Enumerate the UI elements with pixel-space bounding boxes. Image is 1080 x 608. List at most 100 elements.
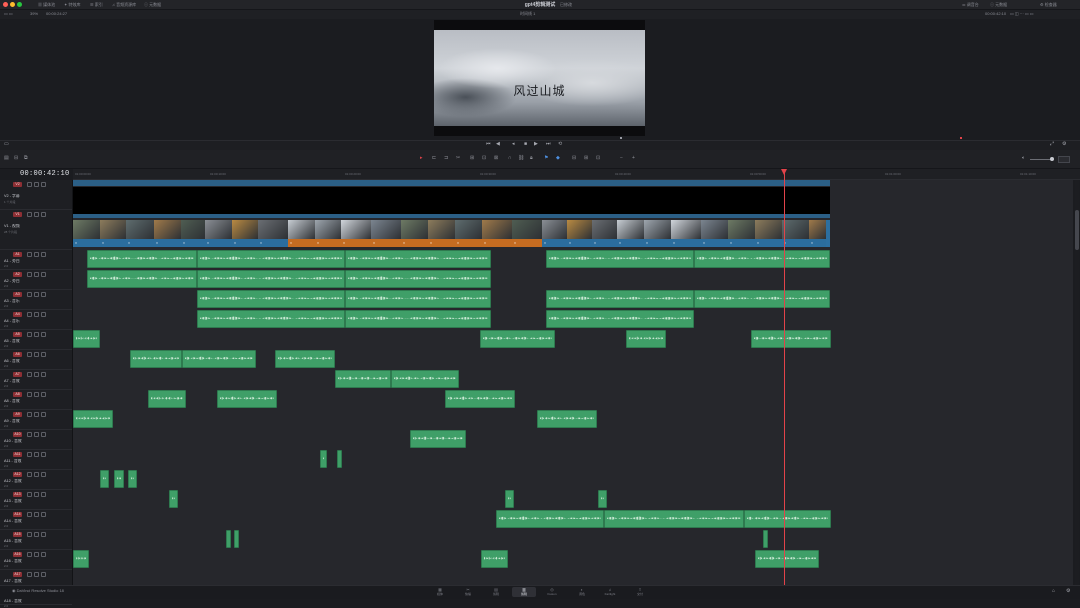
mute-track-icon[interactable] [41,452,46,457]
volume-slider-handle[interactable] [1050,157,1054,161]
video-clip-label[interactable]: V [592,239,617,247]
timeline-filter-icon[interactable]: ⧉ [24,155,28,161]
audio-clip[interactable] [505,490,514,508]
solo-track-icon[interactable] [34,312,39,317]
audio-clip[interactable] [197,290,345,308]
audio-clip[interactable] [763,530,768,548]
video-clip-label[interactable]: V [809,239,826,247]
index-button[interactable]: ☰ 索引 [90,1,103,8]
audio-clip[interactable] [598,490,607,508]
stop-icon[interactable]: ■ [524,142,527,147]
lock-track-icon[interactable] [27,412,32,417]
track-badge[interactable]: A4 [13,312,22,317]
video-clip-thumbnail[interactable] [755,220,782,239]
page-tab-cut[interactable]: ✂ 快编 [456,587,480,597]
viewer-settings-icon[interactable]: ⚙ [1062,142,1066,147]
timeline-viewer[interactable]: 风过山城 [434,20,645,136]
mute-track-icon[interactable] [41,182,46,187]
viewer-mode-icon[interactable]: ▭ [4,142,9,147]
inspector-button[interactable]: ⚙ 检查器 [1040,1,1057,8]
video-clip-thumbnail[interactable] [782,220,809,239]
audio-clip[interactable] [694,250,830,268]
video-clip-thumbnail[interactable] [288,220,315,239]
video-clip-label[interactable]: V [567,239,592,247]
audio-clip[interactable] [130,350,182,368]
video-clip-thumbnail[interactable] [728,220,755,239]
track-badge[interactable]: A2 [13,272,22,277]
clip-display-icon[interactable]: ⊟ [14,155,18,161]
metadata-button[interactable]: ⓘ 元数据 [144,1,161,8]
video-clip-label[interactable]: V [288,239,315,247]
video-clip-label[interactable]: V [455,239,482,247]
audio-clip[interactable] [480,330,555,348]
solo-track-icon[interactable] [34,472,39,477]
lock-track-icon[interactable] [27,572,32,577]
audio-clip[interactable] [73,330,100,348]
mute-track-icon[interactable] [41,252,46,257]
video-clip-label[interactable]: V [371,239,401,247]
audio-clip[interactable] [744,510,831,528]
mute-track-icon[interactable] [41,432,46,437]
audio-clip[interactable] [148,390,186,408]
solo-track-icon[interactable] [34,292,39,297]
video-clip-label[interactable]: V [100,239,126,247]
video-clips-strip[interactable]: VVVVVVVVVVVVVVVVVVVVVVVVVVVV [73,220,830,247]
video-clip-label[interactable]: V [782,239,809,247]
insert-clip-icon[interactable]: ⊞ [470,155,474,161]
effects-library-button[interactable]: ✦ 特效库 [64,1,80,8]
solo-track-icon[interactable] [34,272,39,277]
video-clip-thumbnail[interactable] [401,220,428,239]
lock-track-icon[interactable] [27,352,32,357]
solo-track-icon[interactable] [34,392,39,397]
track-badge[interactable]: A3 [13,292,22,297]
track-header-row[interactable]: A7 A7 - 音效 2.0 [0,370,72,390]
layout-icon[interactable]: ▭ ▭ [4,10,13,17]
page-tab-active[interactable]: ▥ 剪辑 [512,587,536,597]
track-badge[interactable]: A10 [13,432,22,437]
video-clip-thumbnail[interactable] [232,220,258,239]
audio-clip[interactable] [275,350,335,368]
audio-meter-toggle[interactable] [1058,156,1070,163]
track-badge[interactable]: A5 [13,332,22,337]
track-badge[interactable]: A7 [13,372,22,377]
track-header-row[interactable]: A1 A1 - 旁白 2.0 [0,250,72,270]
video-clip-label[interactable]: V [482,239,512,247]
zoom-window-icon[interactable] [17,2,22,7]
video-clip-label[interactable]: V [181,239,205,247]
lock-track-icon[interactable] [27,432,32,437]
audio-clip[interactable] [335,370,391,388]
page-tab-edit[interactable]: ▤ 剪辑 [484,587,508,597]
solo-track-icon[interactable] [34,572,39,577]
video-clip-label[interactable]: V [126,239,154,247]
audio-clip[interactable] [226,530,231,548]
audio-clip[interactable] [496,510,604,528]
audio-clip[interactable] [345,290,491,308]
zoom-in-icon[interactable]: + [632,155,635,161]
lock-track-icon[interactable] [27,332,32,337]
video-clip-thumbnail[interactable] [258,220,288,239]
audio-clip[interactable] [481,550,508,568]
mute-track-icon[interactable] [41,532,46,537]
solo-track-icon[interactable] [34,532,39,537]
video-clip-thumbnail[interactable] [73,220,100,239]
audio-clip[interactable] [546,310,694,328]
video-clip-label[interactable]: V [315,239,341,247]
video-clip-label[interactable]: V [401,239,428,247]
marker-icon[interactable]: ◆ [556,155,560,161]
video-clip-thumbnail[interactable] [428,220,455,239]
audio-clip[interactable] [197,270,345,288]
video-clip-label[interactable]: V [728,239,755,247]
video-clip-label[interactable]: V [205,239,232,247]
track-badge[interactable]: V1 [13,212,22,217]
track-badge[interactable]: A11 [13,452,22,457]
viewer-options-icon[interactable]: ▭ ◫ ⋯ ▭ ▭ [1010,10,1034,17]
page-tab-color[interactable]: ◐ 调色 [570,587,594,597]
page-tab-fusion[interactable]: ◎ Fusion [540,587,564,597]
video-clip-thumbnail[interactable] [567,220,592,239]
lock-track-icon[interactable] [27,182,32,187]
solo-track-icon[interactable] [34,332,39,337]
video-clip-thumbnail[interactable] [644,220,671,239]
dynamic-trim-icon[interactable]: ⊐ [444,155,448,161]
audio-clip[interactable] [537,410,597,428]
audio-clip[interactable] [410,430,466,448]
